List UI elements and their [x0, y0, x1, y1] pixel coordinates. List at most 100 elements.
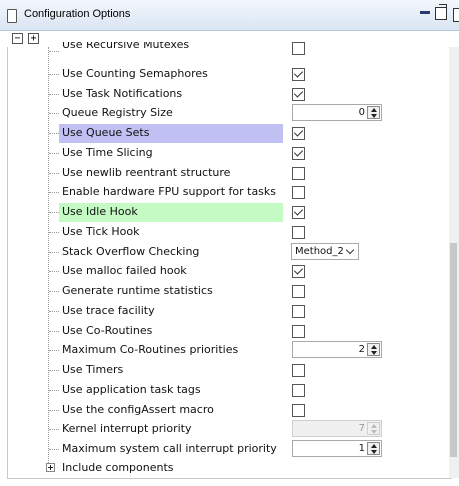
- option-label: Generate runtime statistics: [62, 284, 213, 297]
- option-label: Use Time Slicing: [62, 146, 153, 159]
- spin-down-icon: [371, 351, 377, 355]
- option-row[interactable]: Use trace facility: [0, 302, 459, 321]
- scrollbar-thumb[interactable]: [450, 243, 457, 457]
- option-spinner: 7: [292, 420, 382, 437]
- tree-branch-line: [49, 331, 59, 332]
- option-checkbox[interactable]: [292, 186, 305, 199]
- option-label: Use Counting Semaphores: [62, 67, 208, 80]
- tree-branch-line: [49, 51, 59, 52]
- checkmark-icon: [293, 68, 304, 78]
- option-row[interactable]: Use Timers: [0, 361, 459, 380]
- expand-icon[interactable]: [46, 463, 55, 472]
- option-dropdown[interactable]: Method_2: [291, 243, 359, 260]
- spin-up-icon: [371, 108, 377, 112]
- option-label: Use Timers: [62, 363, 124, 376]
- option-row[interactable]: Use the configAssert macro: [0, 401, 459, 420]
- spin-up-icon: [371, 444, 377, 448]
- spin-down-icon: [371, 430, 377, 434]
- dropdown-value: Method_2: [295, 246, 344, 257]
- option-row[interactable]: Use Co-Routines: [0, 322, 459, 341]
- option-row[interactable]: Use application task tags: [0, 381, 459, 400]
- option-row[interactable]: Queue Registry Size 0: [0, 104, 459, 123]
- checkmark-icon: [293, 206, 304, 216]
- option-row[interactable]: Use Idle Hook: [0, 203, 459, 222]
- option-label: Use trace facility: [62, 304, 155, 317]
- tree-branch-line: [49, 153, 59, 154]
- option-checkbox[interactable]: [292, 206, 305, 219]
- spinner-value: 7: [358, 423, 365, 434]
- spin-up-icon: [371, 345, 377, 349]
- option-row[interactable]: Use newlib reentrant structure: [0, 164, 459, 183]
- option-label: Use Recursive Mutexes: [62, 42, 190, 51]
- chevron-down-icon: [345, 245, 355, 255]
- option-spinner[interactable]: 1: [292, 440, 382, 457]
- minimize-icon[interactable]: [420, 11, 430, 14]
- option-label: Use Co-Routines: [62, 324, 153, 337]
- maximize-icon[interactable]: [453, 8, 459, 22]
- option-checkbox[interactable]: [292, 167, 305, 180]
- option-row[interactable]: Use Queue Sets: [0, 124, 459, 143]
- option-label: Use Idle Hook: [62, 205, 138, 218]
- tree-branch-line: [49, 113, 59, 114]
- option-label: Use application task tags: [62, 383, 201, 396]
- option-row[interactable]: Use Recursive Mutexes: [0, 42, 459, 58]
- option-row[interactable]: Enable hardware FPU support for tasks: [0, 183, 459, 202]
- spinner-arrows-icon[interactable]: [367, 106, 380, 119]
- option-label: Use the configAssert macro: [62, 403, 214, 416]
- tree-branch-line: [49, 192, 59, 193]
- tree-branch-line: [49, 291, 59, 292]
- option-row[interactable]: Maximum system call interrupt priority 1: [0, 440, 459, 459]
- tree-branch-line: [49, 212, 59, 213]
- option-row[interactable]: Generate runtime statistics: [0, 282, 459, 301]
- spin-down-icon: [371, 114, 377, 118]
- option-label: Maximum Co-Routines priorities: [62, 343, 239, 356]
- spinner-value: 0: [358, 107, 365, 118]
- option-checkbox[interactable]: [292, 88, 305, 101]
- tree-branch-line: [49, 311, 59, 312]
- option-checkbox[interactable]: [292, 404, 305, 417]
- tree-node-include-components[interactable]: Include components: [0, 459, 459, 478]
- vertical-scrollbar[interactable]: [449, 47, 459, 478]
- option-row[interactable]: Use malloc failed hook: [0, 262, 459, 281]
- option-spinner[interactable]: 2: [292, 341, 382, 358]
- option-checkbox[interactable]: [292, 265, 305, 278]
- option-row[interactable]: Kernel interrupt priority 7: [0, 420, 459, 439]
- checkmark-icon: [293, 127, 304, 137]
- option-checkbox[interactable]: [292, 127, 305, 140]
- tree-branch-line: [49, 410, 59, 411]
- spinner-arrows-icon[interactable]: [367, 343, 380, 356]
- option-label: Use Tick Hook: [62, 225, 140, 238]
- option-row[interactable]: Use Time Slicing: [0, 144, 459, 163]
- option-checkbox[interactable]: [292, 384, 305, 397]
- option-label: Enable hardware FPU support for tasks: [62, 185, 277, 198]
- option-label: Stack Overflow Checking: [62, 245, 200, 258]
- option-row[interactable]: Use Counting Semaphores: [0, 65, 459, 84]
- option-label: Use Queue Sets: [62, 126, 150, 139]
- spinner-arrows-icon[interactable]: [367, 442, 380, 455]
- spinner-value: 2: [358, 344, 365, 355]
- option-checkbox[interactable]: [292, 147, 305, 160]
- spin-up-icon: [371, 424, 377, 428]
- option-checkbox[interactable]: [292, 68, 305, 81]
- checkmark-icon: [293, 88, 304, 98]
- restore-icon[interactable]: [435, 4, 447, 20]
- spinner-arrows-icon: [367, 422, 380, 435]
- option-checkbox[interactable]: [292, 364, 305, 377]
- option-row[interactable]: Use Tick Hook: [0, 223, 459, 242]
- option-row[interactable]: Use Task Notifications: [0, 85, 459, 104]
- tree-branch-line: [49, 449, 59, 450]
- spinner-value: 1: [358, 443, 365, 454]
- option-row[interactable]: Maximum Co-Routines priorities 2: [0, 341, 459, 360]
- document-icon: [7, 9, 17, 23]
- option-row[interactable]: Stack Overflow Checking Method_2: [0, 243, 459, 262]
- option-checkbox[interactable]: [292, 226, 305, 239]
- option-checkbox[interactable]: [292, 305, 305, 318]
- option-spinner[interactable]: 0: [292, 104, 382, 121]
- option-checkbox[interactable]: [292, 285, 305, 298]
- option-checkbox[interactable]: [292, 325, 305, 338]
- tree-branch-line: [49, 232, 59, 233]
- tree-branch-line: [49, 94, 59, 95]
- option-checkbox[interactable]: [292, 42, 305, 55]
- tree-branch-line: [49, 271, 59, 272]
- option-label: Use malloc failed hook: [62, 264, 187, 277]
